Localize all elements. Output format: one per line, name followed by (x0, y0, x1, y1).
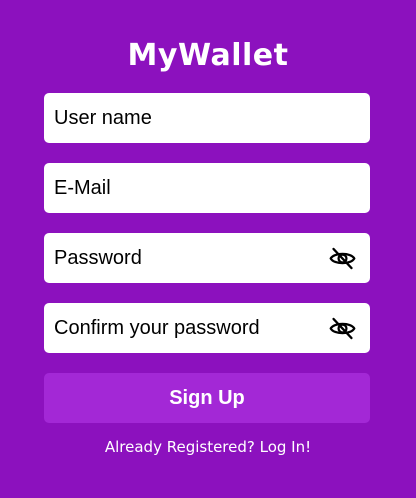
email-field-container (44, 163, 370, 213)
sign-up-button[interactable]: Sign Up (44, 373, 370, 423)
email-input[interactable] (44, 163, 370, 213)
password-input[interactable] (44, 233, 370, 283)
eye-off-icon[interactable] (329, 245, 356, 272)
confirm-password-input[interactable] (44, 303, 370, 353)
password-field-container (44, 233, 370, 283)
eye-off-icon[interactable] (329, 315, 356, 342)
login-link[interactable]: Already Registered? Log In! (0, 437, 416, 457)
username-field-container (44, 93, 370, 143)
confirm-password-field-container (44, 303, 370, 353)
app-logo: MyWallet (127, 38, 289, 73)
username-input[interactable] (44, 93, 370, 143)
